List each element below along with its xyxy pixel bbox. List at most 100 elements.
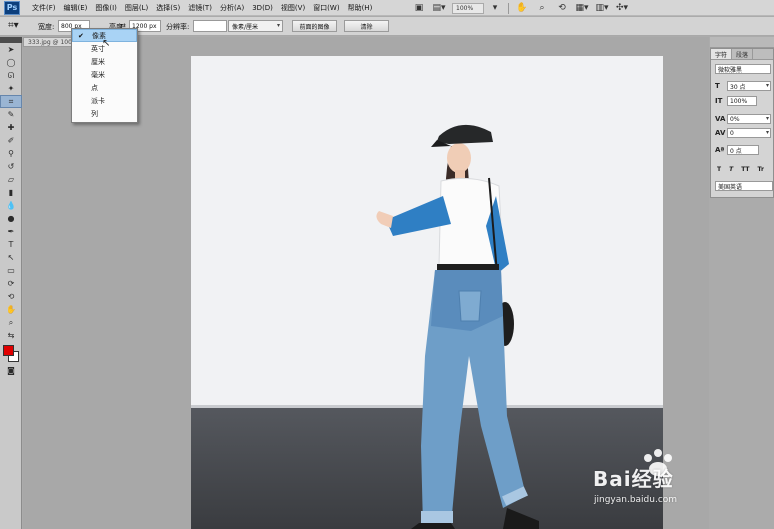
menu-analysis[interactable]: 分析(A)	[220, 3, 244, 13]
unit-option-millimeters[interactable]: 毫米	[72, 68, 137, 81]
language-select[interactable]: 美国英语	[715, 181, 773, 191]
resolution-unit-value: 像素/厘米	[232, 23, 259, 31]
path-selection-tool-icon[interactable]: ↖	[0, 251, 22, 264]
resolution-input[interactable]	[193, 20, 227, 32]
mouse-cursor-icon: ↖	[102, 38, 111, 49]
chevron-down-icon: ▾	[276, 22, 280, 29]
lasso-tool-icon[interactable]: ᘏ	[0, 69, 22, 82]
menu-help[interactable]: 帮助(H)	[348, 3, 373, 13]
zoom-chevron-icon[interactable]: ▾	[488, 2, 502, 14]
arrange-documents-icon[interactable]: ▦▾	[575, 2, 589, 14]
hand-tool-icon[interactable]: ✋	[515, 2, 529, 14]
menu-filter[interactable]: 滤镜(T)	[188, 3, 212, 13]
healing-brush-tool-icon[interactable]: ✚	[0, 121, 22, 134]
all-caps-button[interactable]: TT	[741, 166, 749, 173]
faux-bold-button[interactable]: T	[717, 166, 721, 173]
kerning-select[interactable]: 0 ▾	[727, 128, 771, 138]
bridge-icon[interactable]: ▣	[412, 2, 426, 14]
menu-window[interactable]: 窗口(W)	[313, 3, 339, 13]
baseline-shift-icon: Aª	[715, 146, 725, 154]
tracking-row: VA 0% ▾	[715, 114, 771, 124]
font-size-value: 30 点	[730, 83, 746, 91]
color-swatches	[0, 342, 22, 364]
eyedropper-tool-icon[interactable]: ✎	[0, 108, 22, 121]
unit-option-label: 厘米	[91, 57, 105, 66]
character-panel-tabs: 字符 段落	[711, 49, 773, 60]
hand-tool-icon[interactable]: ✋	[0, 303, 22, 316]
gradient-tool-icon[interactable]: ▮	[0, 186, 22, 199]
type-tool-icon[interactable]: T	[0, 238, 22, 251]
crop-tool-icon[interactable]: ⌗	[0, 95, 22, 108]
zoom-tool-icon[interactable]: ⌕	[535, 2, 549, 14]
menu-select[interactable]: 选择(S)	[156, 3, 180, 13]
vertical-scale-row: IT 100%	[715, 96, 757, 106]
tracking-select[interactable]: 0% ▾	[727, 114, 771, 124]
kerning-icon: AV	[715, 129, 726, 137]
resolution-unit-select[interactable]: 像素/厘米 ▾	[228, 20, 283, 32]
crop-tool-preset-icon[interactable]: ⌗▾	[8, 20, 30, 33]
rotate-view-icon[interactable]: ⟲	[555, 2, 569, 14]
marquee-tool-icon[interactable]: ◯	[0, 56, 22, 69]
shape-tool-icon[interactable]: ▭	[0, 264, 22, 277]
chevron-down-icon: ▾	[765, 129, 769, 136]
font-size-select[interactable]: 30 点 ▾	[727, 81, 771, 91]
menu-layer[interactable]: 图层(L)	[125, 3, 148, 13]
menu-view[interactable]: 视图(V)	[281, 3, 305, 13]
menu-3d[interactable]: 3D(D)	[252, 4, 273, 12]
small-caps-button[interactable]: Tr	[758, 166, 764, 173]
move-tool-icon[interactable]: ➤	[0, 43, 22, 56]
pen-tool-icon[interactable]: ✒	[0, 225, 22, 238]
font-family-select[interactable]: 微软雅黑	[715, 64, 771, 74]
type-style-buttons: T T TT Tr	[717, 166, 772, 173]
zoom-tool-icon[interactable]: ⌕	[0, 316, 22, 329]
document-tab[interactable]: 333.jpg @ 100	[23, 37, 73, 47]
front-image-button[interactable]: 前面的图像	[292, 20, 337, 32]
brush-tool-icon[interactable]: ✐	[0, 134, 22, 147]
dodge-tool-icon[interactable]: ●	[0, 212, 22, 225]
menu-bar: Ps 文件(F) 编辑(E) 图像(I) 图层(L) 选择(S) 滤镜(T) 分…	[0, 0, 774, 16]
unit-option-label: 点	[91, 83, 98, 92]
unit-option-points[interactable]: 点	[72, 81, 137, 94]
tab-character[interactable]: 字符	[711, 49, 733, 59]
screen-mode-icon[interactable]: ▤▾	[432, 2, 446, 14]
language-row: 美国英语	[715, 181, 773, 191]
watermark-logo-text: Bai经验	[593, 467, 674, 491]
clone-stamp-tool-icon[interactable]: ⚲	[0, 147, 22, 160]
history-brush-tool-icon[interactable]: ↺	[0, 160, 22, 173]
unit-option-centimeters[interactable]: 厘米	[72, 55, 137, 68]
baseline-shift-input[interactable]: 0 点	[727, 145, 759, 155]
zoom-level-select[interactable]: 100%	[452, 2, 484, 14]
3d-orbit-tool-icon[interactable]: ⟲	[0, 290, 22, 303]
clear-button[interactable]: 清除	[344, 20, 389, 32]
baidu-watermark: Bai经验 jingyan.baidu.com	[590, 448, 740, 518]
width-label: 宽度:	[38, 23, 55, 31]
unit-option-label: 派卡	[91, 96, 105, 105]
tab-paragraph[interactable]: 段落	[732, 49, 754, 59]
panel-grip[interactable]	[710, 37, 774, 48]
faux-italic-button[interactable]: T	[729, 166, 733, 173]
menu-edit[interactable]: 编辑(E)	[64, 3, 88, 13]
unit-option-columns[interactable]: 列	[72, 107, 137, 120]
character-panel: 字符 段落 微软雅黑 T 30 点 ▾ IT 100% VA 0% ▾ AV 0…	[710, 48, 774, 198]
vertical-scale-input[interactable]: 100%	[727, 96, 757, 106]
blur-tool-icon[interactable]: 💧	[0, 199, 22, 212]
checkmark-icon: ✔	[78, 32, 84, 40]
swap-colors-icon[interactable]: ⇆	[0, 329, 22, 342]
photoshop-logo: Ps	[4, 0, 20, 15]
font-size-icon: T	[715, 82, 720, 90]
magic-wand-tool-icon[interactable]: ✦	[0, 82, 22, 95]
watermark-url: jingyan.baidu.com	[594, 495, 678, 505]
menu-image[interactable]: 图像(I)	[95, 3, 117, 13]
eraser-tool-icon[interactable]: ▱	[0, 173, 22, 186]
unit-option-picas[interactable]: 派卡	[72, 94, 137, 107]
workspace-icon[interactable]: ✣▾	[615, 2, 629, 14]
3d-rotate-tool-icon[interactable]: ⟳	[0, 277, 22, 290]
toolbox: ➤ ◯ ᘏ ✦ ⌗ ✎ ✚ ✐ ⚲ ↺ ▱ ▮ 💧 ● ✒ T ↖ ▭ ⟳ ⟲ …	[0, 37, 22, 529]
screen-arrange-icon[interactable]: ▥▾	[595, 2, 609, 14]
kerning-row: AV 0 ▾	[715, 128, 771, 138]
menu-file[interactable]: 文件(F)	[32, 3, 56, 13]
quick-mask-icon[interactable]: ◙	[0, 364, 22, 377]
chevron-down-icon: ▾	[765, 115, 769, 122]
tracking-icon: VA	[715, 115, 726, 123]
foreground-color-swatch[interactable]	[3, 345, 14, 356]
